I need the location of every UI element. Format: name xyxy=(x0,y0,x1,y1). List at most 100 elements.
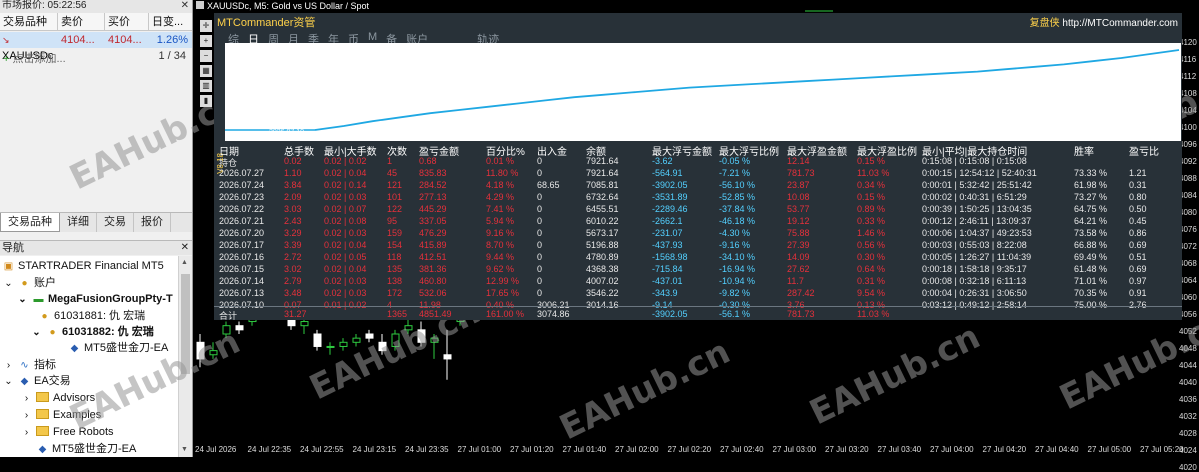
table-cell: 835.83 xyxy=(419,168,447,178)
table-cell: 61.48 % xyxy=(1074,264,1108,274)
table-cell: 0.15 % xyxy=(857,192,886,202)
table-cell: 0.69 xyxy=(1129,240,1147,250)
table-cell: 0.45 xyxy=(1129,216,1147,226)
table-cell: 159 xyxy=(387,228,403,238)
table-cell: 154 xyxy=(387,240,403,250)
time-label: 27 Jul 02:00 xyxy=(615,445,659,454)
col-bid[interactable]: 卖价 xyxy=(58,13,105,30)
grid-icon[interactable]: ▦ xyxy=(200,65,212,77)
table-cell: 10.08 xyxy=(787,192,810,202)
table-cell: 2.09 xyxy=(284,192,302,202)
nav-ea-item[interactable]: ◆ MT5盛世金刀-EA xyxy=(36,441,137,457)
table-cell: 0.02 | 0.02 xyxy=(324,156,367,166)
candle-body xyxy=(300,321,309,327)
table-cell: 0.31 xyxy=(1129,180,1147,190)
equity-curve xyxy=(314,49,1180,131)
close-icon[interactable]: ✕ xyxy=(181,241,189,255)
table-cell: 73.33 % xyxy=(1074,168,1108,178)
price-label: 4040 xyxy=(1179,378,1197,387)
tab-symbols[interactable]: 交易品种 xyxy=(0,213,60,232)
price-label: 4032 xyxy=(1179,412,1197,421)
nav-experts[interactable]: ⌄ ◆ EA交易 xyxy=(2,373,71,389)
symbol-row[interactable]: ↘ XAUUSDc 4104... 4104... 1.26% xyxy=(0,32,192,62)
table-cell: 3074.86 xyxy=(537,309,570,319)
table-cell: 61.98 % xyxy=(1074,180,1108,190)
hat-icon: ◆ xyxy=(38,444,47,455)
table-cell: 1365 xyxy=(387,309,408,319)
scroll-up-icon[interactable]: ▲ xyxy=(181,259,188,266)
col-ask[interactable]: 买价 xyxy=(105,13,149,30)
table-cell: -564.91 xyxy=(652,168,683,178)
table-row: 2026.07.20 3.29 0.02 | 0.03 159 476.29 9.16 %… xyxy=(214,228,1182,240)
close-icon[interactable]: ✕ xyxy=(181,0,189,12)
symbol-count: 1 / 34 xyxy=(158,50,186,62)
table-cell: 66.88 % xyxy=(1074,240,1108,250)
table-cell: 1.46 % xyxy=(857,228,886,238)
table-cell: 73.27 % xyxy=(1074,192,1108,202)
scroll-down-icon[interactable]: ▼ xyxy=(181,446,188,453)
table-cell: -343.9 xyxy=(652,288,678,298)
nav-broker[interactable]: ▣ STARTRADER Financial MT5 xyxy=(2,258,164,274)
col-change[interactable]: 日变... xyxy=(149,13,192,30)
collapse-icon: ⌄ xyxy=(32,327,41,338)
table-cell: -52.85 % xyxy=(719,192,756,202)
table-cell: 5.94 % xyxy=(486,216,515,226)
candle-body xyxy=(313,333,322,347)
zoom-out-icon[interactable]: − xyxy=(200,50,212,62)
table-row: 2026.07.21 2.43 0.02 | 0.08 95 337.05 5.94 % 0… xyxy=(214,216,1182,228)
table-cell: 6010.22 xyxy=(586,216,619,226)
table-cell: 0 xyxy=(537,288,543,298)
mtc-brand[interactable]: 复盘侠 http://MTCommander.com xyxy=(1030,14,1178,29)
nav-account-1[interactable]: ● 61031881: 仇 宏瑞 xyxy=(38,308,145,324)
table-cell: 9.16 % xyxy=(486,228,515,238)
table-cell: 64.75 % xyxy=(1074,204,1108,214)
nav-server[interactable]: ⌄ ▬ MegaFusionGroupPty-T xyxy=(16,291,172,307)
table-cell: 8.70 % xyxy=(486,240,515,250)
table-cell: -3531.89 xyxy=(652,192,688,202)
table-cell: -9.82 % xyxy=(719,288,751,298)
nav-ea-attached[interactable]: ◆ MT5盛世金刀-EA xyxy=(68,340,169,356)
nav-experts-label: EA交易 xyxy=(34,375,71,387)
table-cell: 0.86 xyxy=(1129,228,1147,238)
crosshair-icon[interactable]: ✛ xyxy=(200,20,212,32)
table-cell: 73.58 % xyxy=(1074,228,1108,238)
table-cell: 0 xyxy=(537,168,543,178)
folder-icon xyxy=(36,409,49,419)
tab-details[interactable]: 详细 xyxy=(60,213,97,232)
nav-indicators[interactable]: › ∿ 指标 xyxy=(2,357,56,373)
table-cell: 277.13 xyxy=(419,192,447,202)
table-cell: 11.7 xyxy=(787,276,804,286)
time-label: 27 Jul 03:20 xyxy=(825,445,869,454)
table-cell: 0:00:15 | 12:54:12 | 52:40:31 xyxy=(922,168,1037,178)
candles-icon[interactable]: ▮ xyxy=(200,95,212,107)
nav-accounts[interactable]: ⌄ ● 账户 xyxy=(2,275,56,291)
table-cell: 412.51 xyxy=(419,252,447,262)
table-cell: 2026.07.20 xyxy=(219,228,265,238)
table-cell: 17.65 % xyxy=(486,288,520,298)
zoom-in-icon[interactable]: + xyxy=(200,35,212,47)
table-cell: 0.50 xyxy=(1129,204,1147,214)
table-cell: 0.02 | 0.03 xyxy=(324,276,367,286)
nav-account-2[interactable]: ⌄ ● 61031882: 仇 宏瑞 xyxy=(30,324,153,340)
table-cell: 53.77 xyxy=(787,204,810,214)
table-cell: -437.93 xyxy=(652,240,683,250)
table-cell: 0:00:12 | 2:46:11 | 13:09:37 xyxy=(922,216,1032,226)
tab-trading[interactable]: 交易 xyxy=(97,213,134,232)
table-cell: 2026.07.24 xyxy=(219,180,265,190)
tab-ticks[interactable]: 报价 xyxy=(134,213,171,232)
table-row: 持仓 0.02 0.02 | 0.02 1 0.68 0.01 % 0 7921.64 -3.6… xyxy=(214,156,1182,168)
col-symbol[interactable]: 交易品种 xyxy=(0,13,58,30)
table-cell: 7.41 % xyxy=(486,204,515,214)
ask-cell: 4104... xyxy=(108,34,142,46)
table-cell: -56.1 % xyxy=(719,309,751,319)
table-cell: 4851.49 xyxy=(419,309,452,319)
table-cell: 0.31 % xyxy=(857,276,886,286)
mtcommander-panel: MTCommander资管 复盘侠 http://MTCommander.com… xyxy=(214,13,1182,321)
add-symbol-row[interactable]: + 点击添加... 1 / 34 xyxy=(0,50,192,65)
time-label: 27 Jul 05:20 xyxy=(1140,445,1184,454)
mtc-header: MTCommander资管 复盘侠 http://MTCommander.com xyxy=(214,13,1182,29)
table-cell: -3902.05 xyxy=(652,180,688,190)
folder-icon xyxy=(36,426,49,436)
time-label: 27 Jul 04:00 xyxy=(930,445,974,454)
bars-icon[interactable]: ▥ xyxy=(200,80,212,92)
